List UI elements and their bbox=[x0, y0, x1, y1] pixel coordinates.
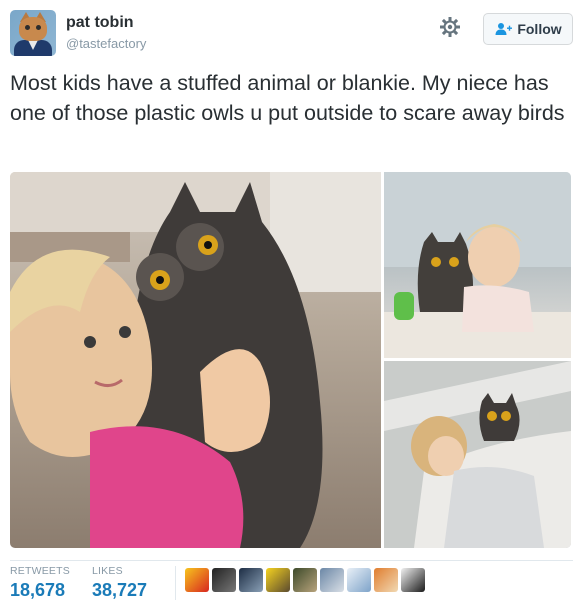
photo-girl-sleeping-with-owl[interactable] bbox=[384, 361, 571, 548]
liker-avatar[interactable] bbox=[374, 568, 398, 592]
retweets-count: 18,678 bbox=[10, 580, 66, 600]
liker-avatar[interactable] bbox=[239, 568, 263, 592]
stats-divider bbox=[10, 560, 573, 561]
user-handle[interactable]: @tastefactory bbox=[66, 36, 146, 51]
likes-stat[interactable]: LIKES 38,727 bbox=[92, 565, 147, 601]
add-user-icon bbox=[495, 23, 513, 35]
liker-avatar[interactable] bbox=[320, 568, 344, 592]
avatar-eye bbox=[25, 25, 30, 30]
likes-label: LIKES bbox=[92, 565, 123, 577]
cat-avatar-icon bbox=[19, 17, 47, 41]
liker-avatar[interactable] bbox=[185, 568, 209, 592]
photo-girl-at-table-with-owl[interactable] bbox=[384, 172, 571, 358]
follow-button[interactable]: Follow bbox=[483, 13, 573, 45]
user-name[interactable]: pat tobin bbox=[66, 14, 134, 32]
photo-girl-at-table-art bbox=[384, 172, 571, 358]
avatar-eye bbox=[36, 25, 41, 30]
user-avatar[interactable] bbox=[10, 10, 56, 56]
liker-avatar[interactable] bbox=[401, 568, 425, 592]
media-grid bbox=[10, 172, 571, 548]
liker-avatars bbox=[185, 568, 425, 592]
photo-girl-hugging-owl[interactable] bbox=[10, 172, 381, 548]
photo-girl-hugging-owl-art bbox=[10, 172, 381, 548]
tweet-header: pat tobin @tastefactory Follow bbox=[10, 10, 573, 56]
likes-count: 38,727 bbox=[92, 580, 148, 600]
liker-avatar[interactable] bbox=[212, 568, 236, 592]
liker-avatar[interactable] bbox=[266, 568, 290, 592]
retweets-stat[interactable]: RETWEETS 18,678 bbox=[10, 565, 70, 601]
liker-avatar[interactable] bbox=[347, 568, 371, 592]
liker-avatar[interactable] bbox=[293, 568, 317, 592]
photo-girl-sleeping-art bbox=[384, 361, 571, 548]
tweet-text: Most kids have a stuffed animal or blank… bbox=[10, 71, 565, 125]
follow-label: Follow bbox=[517, 21, 562, 37]
retweets-label: RETWEETS bbox=[10, 565, 70, 577]
gear-icon[interactable] bbox=[438, 15, 462, 39]
stats-separator bbox=[175, 566, 176, 600]
